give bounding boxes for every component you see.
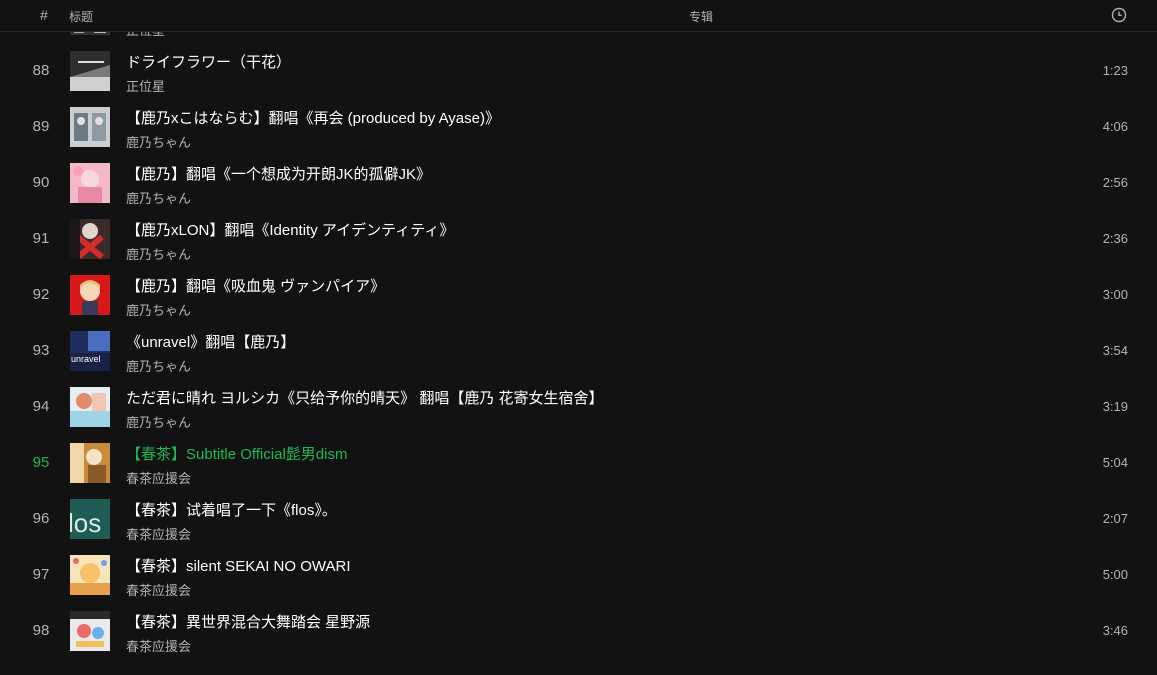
track-title[interactable]: ただ君に晴れ ヨルシカ《只给予你的晴天》 翻唱【鹿乃 花寄女生宿舍】: [126, 387, 604, 408]
album-cover[interactable]: [70, 163, 110, 203]
album-cover[interactable]: los: [70, 499, 110, 539]
track-row[interactable]: 98 【春茶】異世界混合大舞踏会 星野源 春茶应援会 3:46: [0, 603, 1157, 659]
column-header-number: #: [40, 7, 48, 23]
track-title[interactable]: 【春茶】试着唱了一下《flos》。: [126, 499, 337, 520]
track-duration: 2:56: [1102, 175, 1128, 190]
album-cover[interactable]: [70, 555, 110, 595]
tracklist-header: # 标题 专辑: [0, 0, 1157, 32]
track-row[interactable]: 96 los 【春茶】试着唱了一下《flos》。 春茶应援会 2:07: [0, 491, 1157, 547]
album-cover[interactable]: unravel: [70, 331, 110, 371]
track-artist[interactable]: 鹿乃ちゃん: [126, 188, 191, 207]
column-header-album[interactable]: 专辑: [689, 8, 713, 25]
track-duration: 3:46: [1102, 623, 1128, 638]
thumbnail-caption: unravel: [71, 354, 101, 364]
track-duration: 5:04: [1102, 455, 1128, 470]
track-title[interactable]: 【鹿乃xこはならむ】翻唱《再会 (produced by Ayase)》: [126, 107, 500, 128]
album-cover[interactable]: [70, 275, 110, 315]
track-duration: 4:06: [1102, 119, 1128, 134]
track-duration: 3:19: [1102, 399, 1128, 414]
track-row[interactable]: 89 【鹿乃xこはならむ】翻唱《再会 (produced by Ayase)》 …: [0, 99, 1157, 155]
track-row-playing[interactable]: 95 【春茶】Subtitle Official髭男dism 春茶应援会 5:0…: [0, 435, 1157, 491]
track-duration: 5:00: [1102, 567, 1128, 582]
track-row[interactable]: 91 【鹿乃xLON】翻唱《Identity アイデンティティ》 鹿乃ちゃん 2…: [0, 211, 1157, 267]
album-cover[interactable]: [70, 611, 110, 651]
track-list: 87 正位星 88 ドライフラワー（干花） 正位星 1:23 89 【鹿乃xこは…: [0, 0, 1157, 659]
track-title[interactable]: ドライフラワー（干花）: [126, 51, 291, 72]
track-duration: 3:54: [1102, 343, 1128, 358]
thumbnail-caption: los: [70, 508, 101, 538]
album-cover[interactable]: [70, 387, 110, 427]
track-title[interactable]: 【鹿乃】翻唱《吸血鬼 ヴァンパイア》: [126, 275, 385, 296]
track-title[interactable]: 【鹿乃xLON】翻唱《Identity アイデンティティ》: [126, 219, 454, 240]
track-row[interactable]: 94 ただ君に晴れ ヨルシカ《只给予你的晴天》 翻唱【鹿乃 花寄女生宿舍】 鹿乃…: [0, 379, 1157, 435]
track-artist[interactable]: 鹿乃ちゃん: [126, 356, 191, 375]
track-row[interactable]: 97 【春茶】silent SEKAI NO OWARI 春茶应援会 5:00: [0, 547, 1157, 603]
column-header-title[interactable]: 标题: [69, 8, 93, 25]
track-artist[interactable]: 春茶应援会: [126, 580, 191, 599]
album-cover[interactable]: [70, 51, 110, 91]
track-artist[interactable]: 春茶应援会: [126, 468, 191, 487]
track-artist[interactable]: 鹿乃ちゃん: [126, 132, 191, 151]
track-artist[interactable]: 鹿乃ちゃん: [126, 300, 191, 319]
track-row[interactable]: 90 【鹿乃】翻唱《一个想成为开朗JK的孤僻JK》 鹿乃ちゃん 2:56: [0, 155, 1157, 211]
track-title[interactable]: 【春茶】Subtitle Official髭男dism: [126, 443, 347, 464]
track-duration: 3:00: [1102, 287, 1128, 302]
track-title[interactable]: 【鹿乃】翻唱《一个想成为开朗JK的孤僻JK》: [126, 163, 431, 184]
track-title[interactable]: 【春茶】異世界混合大舞踏会 星野源: [126, 611, 370, 632]
track-row[interactable]: 93 unravel 《unravel》翻唱【鹿乃】 鹿乃ちゃん 3:54: [0, 323, 1157, 379]
track-title[interactable]: 【春茶】silent SEKAI NO OWARI: [126, 555, 350, 576]
album-cover[interactable]: [70, 443, 110, 483]
clock-icon[interactable]: [1111, 7, 1127, 23]
track-row[interactable]: 88 ドライフラワー（干花） 正位星 1:23: [0, 43, 1157, 99]
track-duration: 2:36: [1102, 231, 1128, 246]
track-artist[interactable]: 春茶应援会: [126, 636, 191, 655]
album-cover[interactable]: [70, 219, 110, 259]
track-duration: 1:23: [1102, 63, 1128, 78]
track-duration: 2:07: [1102, 511, 1128, 526]
track-artist[interactable]: 鹿乃ちゃん: [126, 244, 191, 263]
track-artist[interactable]: 鹿乃ちゃん: [126, 412, 191, 431]
track-row[interactable]: 92 【鹿乃】翻唱《吸血鬼 ヴァンパイア》 鹿乃ちゃん 3:00: [0, 267, 1157, 323]
album-cover[interactable]: [70, 107, 110, 147]
track-title[interactable]: 《unravel》翻唱【鹿乃】: [126, 331, 295, 352]
track-artist[interactable]: 正位星: [126, 76, 165, 95]
track-artist[interactable]: 春茶应援会: [126, 524, 191, 543]
